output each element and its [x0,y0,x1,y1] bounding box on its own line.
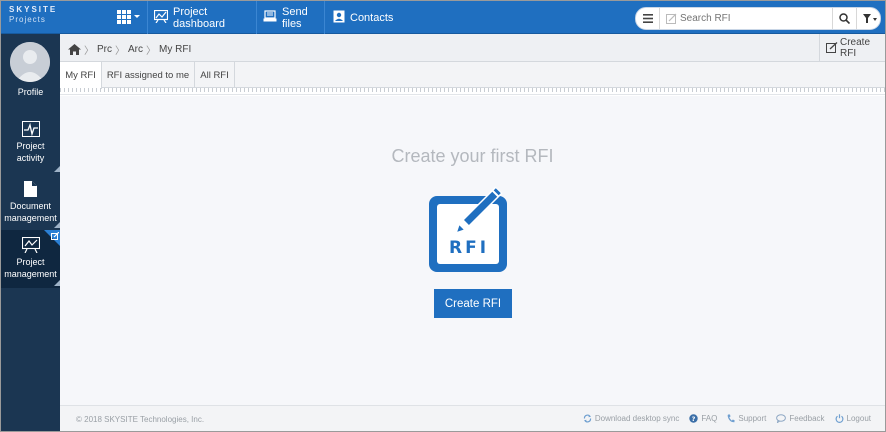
empty-state-title: Create your first RFI [391,146,554,166]
apps-grid-icon [117,10,131,24]
faq-label: FAQ [701,414,718,423]
footer: © 2018 SKYSITE Technologies, Inc. Downlo… [60,405,885,431]
breadcrumb-bar: 〉 Prc 〉 Arc 〉 My RFI Create RFI [60,34,885,62]
support-label: Support [738,414,767,423]
breadcrumb-item-current: My RFI [159,44,192,55]
chevron-right-icon: 〉 [84,46,94,57]
svg-text:?: ? [692,415,696,423]
tab-rfi-assigned-to-me[interactable]: RFI assigned to me [102,62,195,88]
dashboard-icon [153,9,169,26]
copyright-text: © 2018 SKYSITE Technologies, Inc. [76,415,205,424]
chevron-down-icon [134,15,140,18]
search-input[interactable] [662,8,828,29]
power-icon [835,414,844,423]
download-desktop-sync-label: Download desktop sync [594,414,680,423]
search-bar [635,7,881,30]
sidebar-item-project-activity[interactable]: Project activity [1,114,60,174]
brand-name: SKYSITE [9,5,58,14]
activity-icon [1,118,60,140]
sidebar-item-profile[interactable]: Profile [1,86,60,98]
tab-my-rfi[interactable]: My RFI [60,62,102,89]
create-rfi-toolbar-label: Create RFI [840,36,871,59]
brand-product: Projects [9,15,46,24]
home-icon[interactable] [68,44,81,55]
sidebar-item-label: Document [9,201,52,211]
question-icon: ? [689,414,699,423]
download-desktop-sync-link[interactable]: Download desktop sync [583,414,680,423]
chat-bubble-icon [776,414,787,423]
filter-button[interactable] [856,8,880,29]
nav-send-files-label: Send files [282,5,308,30]
feedback-label: Feedback [789,414,825,423]
sidebar-item-label: Project [16,141,45,151]
create-rfi-icon [826,41,838,54]
sidebar-item-document-management[interactable]: Document management [1,174,60,230]
breadcrumb-item[interactable]: Prc [97,44,112,55]
rfi-tabs: My RFI RFI assigned to me All RFI [60,62,885,89]
apps-menu-button[interactable] [115,7,143,27]
search-icon [839,13,850,24]
left-sidebar: Profile Project activity Document manage… [1,34,60,431]
search-menu-button[interactable] [636,8,660,29]
nav-contacts-label: Contacts [350,11,394,24]
edit-badge-icon [51,231,60,243]
send-files-icon [263,10,277,25]
faq-link[interactable]: ? FAQ [689,414,717,423]
tab-all-rfi[interactable]: All RFI [195,62,235,88]
nav-contacts[interactable]: Contacts [324,1,394,34]
sidebar-item-label: activity [16,153,45,163]
sidebar-item-label: Project [16,257,45,267]
brand-logo[interactable]: SKYSITE Projects [9,5,57,24]
filter-icon [862,13,877,23]
sync-icon [583,414,592,423]
document-icon [1,178,60,200]
sidebar-item-label: management [4,269,57,279]
contacts-icon [333,10,345,26]
breadcrumb: 〉 Prc 〉 Arc 〉 My RFI [68,42,191,57]
avatar[interactable] [10,42,50,82]
rfi-icon: RFI [425,184,523,276]
top-bar: SKYSITE Projects Project dashboard Send … [1,1,885,34]
app-window: SKYSITE Projects Project dashboard Send … [0,0,886,432]
support-link[interactable]: Support [727,414,766,423]
divider-ruler [60,88,885,95]
nav-project-dashboard[interactable]: Project dashboard [147,1,255,34]
create-rfi-toolbar-button[interactable]: Create RFI [819,34,885,61]
nav-project-dashboard-label: Project dashboard [173,5,225,30]
chevron-right-icon: 〉 [115,46,125,57]
sidebar-item-project-management[interactable]: Project management [1,230,60,288]
logout-label: Logout [846,414,871,423]
nav-send-files[interactable]: Send files [256,1,323,34]
breadcrumb-item[interactable]: Arc [128,44,143,55]
sidebar-item-label: Profile [17,87,44,97]
phone-icon [727,414,735,423]
main-content: Create your first RFI RFI Create RFI [60,96,885,405]
rfi-icon-text: RFI [448,238,490,258]
search-button[interactable] [832,8,856,29]
sidebar-item-label: management [4,213,57,223]
logout-link[interactable]: Logout [835,414,871,423]
footer-links: Download desktop sync ? FAQ Support Feed… [573,414,871,423]
feedback-link[interactable]: Feedback [776,414,825,423]
hamburger-icon [642,14,653,23]
create-rfi-button[interactable]: Create RFI [434,289,512,318]
chevron-right-icon: 〉 [146,46,156,57]
